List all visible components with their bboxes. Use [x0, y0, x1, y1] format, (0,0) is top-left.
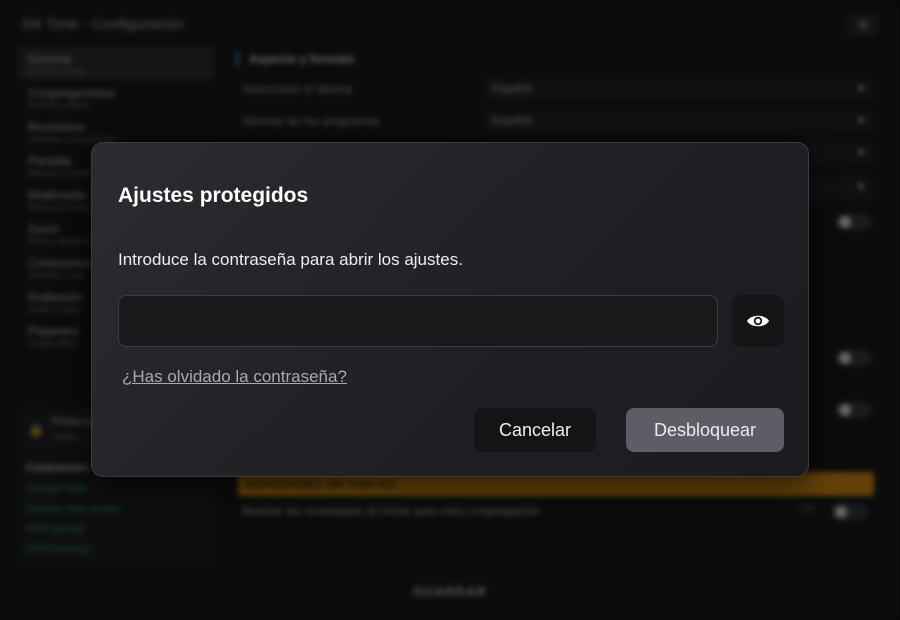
password-input[interactable]: [118, 295, 718, 347]
unlock-button[interactable]: Desbloquear: [626, 408, 784, 452]
protected-settings-dialog: Ajustes protegidos Introduce la contrase…: [91, 142, 809, 477]
dialog-title: Ajustes protegidos: [118, 184, 309, 207]
show-password-button[interactable]: [732, 295, 784, 347]
dialog-description: Introduce la contraseña para abrir los a…: [118, 250, 463, 269]
forgot-password-link[interactable]: ¿Has olvidado la contraseña?: [122, 367, 347, 387]
eye-icon: [747, 315, 769, 327]
cancel-button[interactable]: Cancelar: [474, 408, 596, 452]
